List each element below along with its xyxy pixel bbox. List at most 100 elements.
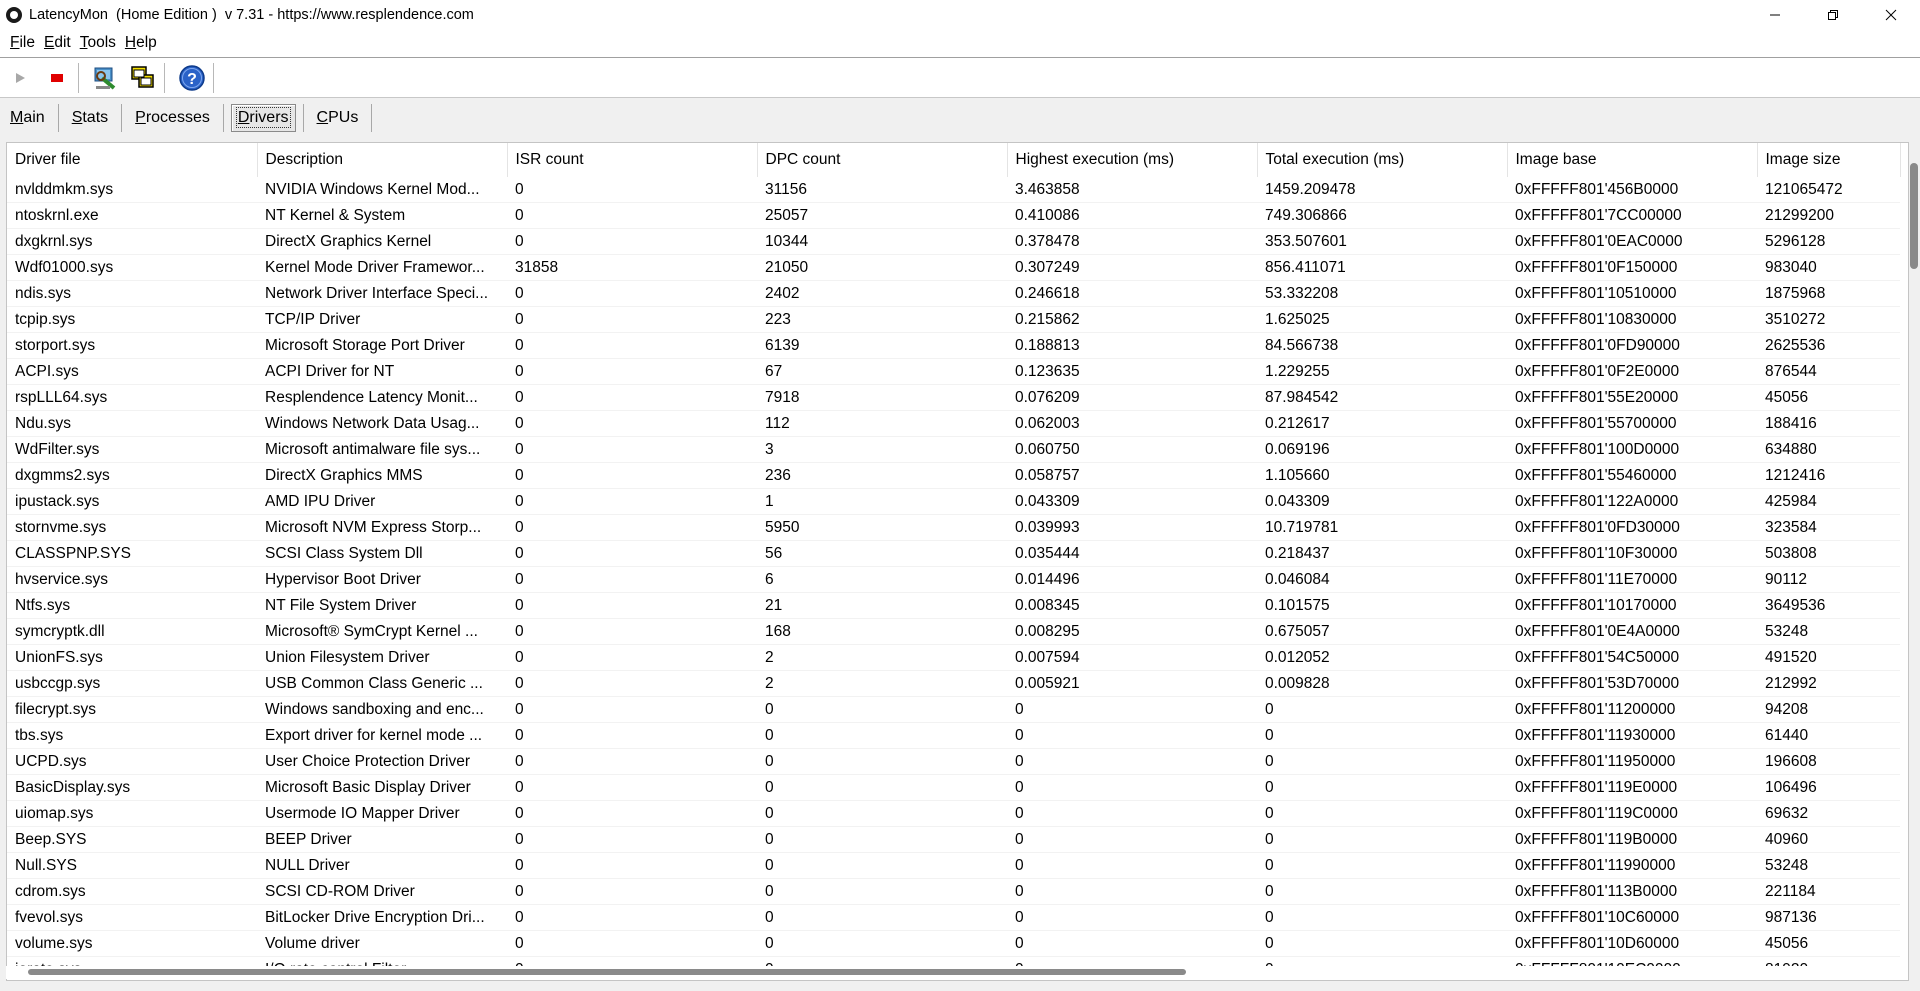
menu-file[interactable]: File <box>0 34 40 52</box>
cell-total-execution: 10.719781 <box>1257 514 1507 541</box>
cell-isr-count: 0 <box>507 670 757 697</box>
vertical-scrollbar-thumb[interactable] <box>1910 163 1918 269</box>
cell-total-execution: 0 <box>1257 774 1507 801</box>
windows-button[interactable] <box>126 61 160 95</box>
cell-driver-file: ipustack.sys <box>7 488 257 515</box>
cell-driver-file: cdrom.sys <box>7 878 257 905</box>
cell-description: NULL Driver <box>257 852 507 879</box>
table-row[interactable]: dxgmms2.sys DirectX Graphics MMS 0 236 0.058… <box>7 462 1900 489</box>
cell-image-size: 1212416 <box>1757 462 1900 489</box>
table-row[interactable]: Ntfs.sys NT File System Driver 0 21 0.008345… <box>7 592 1900 619</box>
table-row[interactable]: hvservice.sys Hypervisor Boot Driver 0 6 0.0… <box>7 566 1900 593</box>
table-row[interactable]: volume.sys Volume driver 0 0 0 0 0xFFFFF801'10… <box>7 930 1900 957</box>
table-row[interactable]: rspLLL64.sys Resplendence Latency Monit..… <box>7 384 1900 411</box>
table-row[interactable]: filecrypt.sys Windows sandboxing and enc.… <box>7 696 1900 723</box>
table-row[interactable]: tbs.sys Export driver for kernel mode ...… <box>7 722 1900 749</box>
cell-total-execution: 0.212617 <box>1257 410 1507 437</box>
cell-highest-execution: 0 <box>1007 722 1257 749</box>
cell-dpc-count: 10344 <box>757 228 1007 255</box>
table-row[interactable]: ntoskrnl.exe NT Kernel & System 0 25057 0.41… <box>7 202 1900 229</box>
cell-highest-execution: 0.060750 <box>1007 436 1257 463</box>
tab-processes[interactable]: Processes <box>125 105 220 131</box>
restore-button[interactable] <box>1804 0 1862 29</box>
column-header-isr-count[interactable]: ISR count <box>507 143 758 177</box>
menu-tools-label: ools <box>87 34 116 51</box>
cell-total-execution: 53.332208 <box>1257 280 1507 307</box>
table-body: nvlddmkm.sys NVIDIA Windows Kernel Mod...… <box>7 177 1900 980</box>
column-header-image-base[interactable]: Image base <box>1507 143 1758 177</box>
cell-image-size: 21299200 <box>1757 202 1900 229</box>
tab-drivers[interactable]: Drivers <box>230 104 296 132</box>
column-header-highest-execution[interactable]: Highest execution (ms) <box>1007 143 1258 177</box>
close-button[interactable] <box>1862 0 1920 29</box>
tab-main[interactable]: Main <box>0 105 55 131</box>
table-row[interactable]: tcpip.sys TCP/IP Driver 0 223 0.215862 1.6250… <box>7 306 1900 333</box>
cell-driver-file: Ndu.sys <box>7 410 257 437</box>
cell-dpc-count: 0 <box>757 722 1007 749</box>
cell-total-execution: 0.043309 <box>1257 488 1507 515</box>
cell-image-size: 634880 <box>1757 436 1900 463</box>
cell-total-execution: 1459.209478 <box>1257 177 1507 203</box>
tab-stats[interactable]: Stats <box>62 105 118 131</box>
help-button[interactable]: ? <box>175 61 209 95</box>
table-row[interactable]: ndis.sys Network Driver Interface Speci..… <box>7 280 1900 307</box>
table-row[interactable]: BasicDisplay.sys Microsoft Basic Display … <box>7 774 1900 801</box>
cell-description: USB Common Class Generic ... <box>257 670 507 697</box>
cell-description: NT Kernel & System <box>257 202 507 229</box>
table-row[interactable]: usbccgp.sys USB Common Class Generic ... 0… <box>7 670 1900 697</box>
cell-highest-execution: 0.246618 <box>1007 280 1257 307</box>
help-icon: ? <box>179 64 205 91</box>
driver-scan-button[interactable] <box>89 61 123 95</box>
column-header-driver-file[interactable]: Driver file <box>7 143 258 177</box>
cell-highest-execution: 0.058757 <box>1007 462 1257 489</box>
column-header-dpc-count[interactable]: DPC count <box>757 143 1008 177</box>
tab-cpus[interactable]: CPUs <box>307 105 369 131</box>
table-row[interactable]: CLASSPNP.SYS SCSI Class System Dll 0 56 0.03… <box>7 540 1900 567</box>
table-row[interactable]: cdrom.sys SCSI CD-ROM Driver 0 0 0 0 0xFFFFF80… <box>7 878 1900 905</box>
table-row[interactable]: uiomap.sys Usermode IO Mapper Driver 0 0 0 0 0… <box>7 800 1900 827</box>
table-row[interactable]: Beep.SYS BEEP Driver 0 0 0 0 0xFFFFF801'119B00… <box>7 826 1900 853</box>
column-header-image-size[interactable]: Image size <box>1757 143 1901 177</box>
table-row[interactable]: nvlddmkm.sys NVIDIA Windows Kernel Mod...… <box>7 177 1900 203</box>
table-row[interactable]: storport.sys Microsoft Storage Port Drive… <box>7 332 1900 359</box>
menu-edit[interactable]: Edit <box>40 34 76 52</box>
minimize-button[interactable] <box>1746 0 1804 29</box>
cell-highest-execution: 0 <box>1007 852 1257 879</box>
menu-edit-label: dit <box>54 34 71 51</box>
toolbar: ? <box>0 58 1920 98</box>
table-row[interactable]: UnionFS.sys Union Filesystem Driver 0 2 0.00… <box>7 644 1900 671</box>
stop-button[interactable] <box>40 61 74 95</box>
cell-highest-execution: 0.005921 <box>1007 670 1257 697</box>
cell-driver-file: usbccgp.sys <box>7 670 257 697</box>
column-header-description[interactable]: Description <box>257 143 508 177</box>
menu-file-label: ile <box>19 34 35 51</box>
cell-total-execution: 0.218437 <box>1257 540 1507 567</box>
start-button[interactable] <box>3 61 37 95</box>
table-row[interactable]: symcryptk.dll Microsoft® SymCrypt Kernel … <box>7 618 1900 645</box>
table-row[interactable]: fvevol.sys BitLocker Drive Encryption Dri… <box>7 904 1900 931</box>
table-row[interactable]: Wdf01000.sys Kernel Mode Driver Framewor.… <box>7 254 1900 281</box>
menu-tools[interactable]: Tools <box>76 34 121 52</box>
cell-driver-file: fvevol.sys <box>7 904 257 931</box>
table-row[interactable]: Ndu.sys Windows Network Data Usag... 0 112 0… <box>7 410 1900 437</box>
tab-separator <box>222 104 224 132</box>
table-row[interactable]: stornvme.sys Microsoft NVM Express Storp.… <box>7 514 1900 541</box>
cell-highest-execution: 0 <box>1007 748 1257 775</box>
column-header-total-execution[interactable]: Total execution (ms) <box>1257 143 1508 177</box>
table-row[interactable]: ipustack.sys AMD IPU Driver 0 1 0.043309 0.04… <box>7 488 1900 515</box>
table-row[interactable]: Null.SYS NULL Driver 0 0 0 0 0xFFFFF801'119900… <box>7 852 1900 879</box>
horizontal-scrollbar-thumb[interactable] <box>28 969 1186 975</box>
table-row[interactable]: UCPD.sys User Choice Protection Driver 0 0 0… <box>7 748 1900 775</box>
windows-icon <box>131 65 154 88</box>
table-row[interactable]: WdFilter.sys Microsoft antimalware file s… <box>7 436 1900 463</box>
cell-image-base: 0xFFFFF801'122A0000 <box>1507 488 1757 515</box>
cell-image-base: 0xFFFFF801'11930000 <box>1507 722 1757 749</box>
driver-scan-icon <box>94 67 116 90</box>
table-row[interactable]: dxgkrnl.sys DirectX Graphics Kernel 0 10344… <box>7 228 1900 255</box>
cell-total-execution: 0 <box>1257 930 1507 957</box>
menu-help[interactable]: Help <box>121 34 162 52</box>
cell-isr-count: 0 <box>507 332 757 359</box>
cell-dpc-count: 6139 <box>757 332 1007 359</box>
cell-highest-execution: 0.008345 <box>1007 592 1257 619</box>
table-row[interactable]: ACPI.sys ACPI Driver for NT 0 67 0.123635 1.2… <box>7 358 1900 385</box>
